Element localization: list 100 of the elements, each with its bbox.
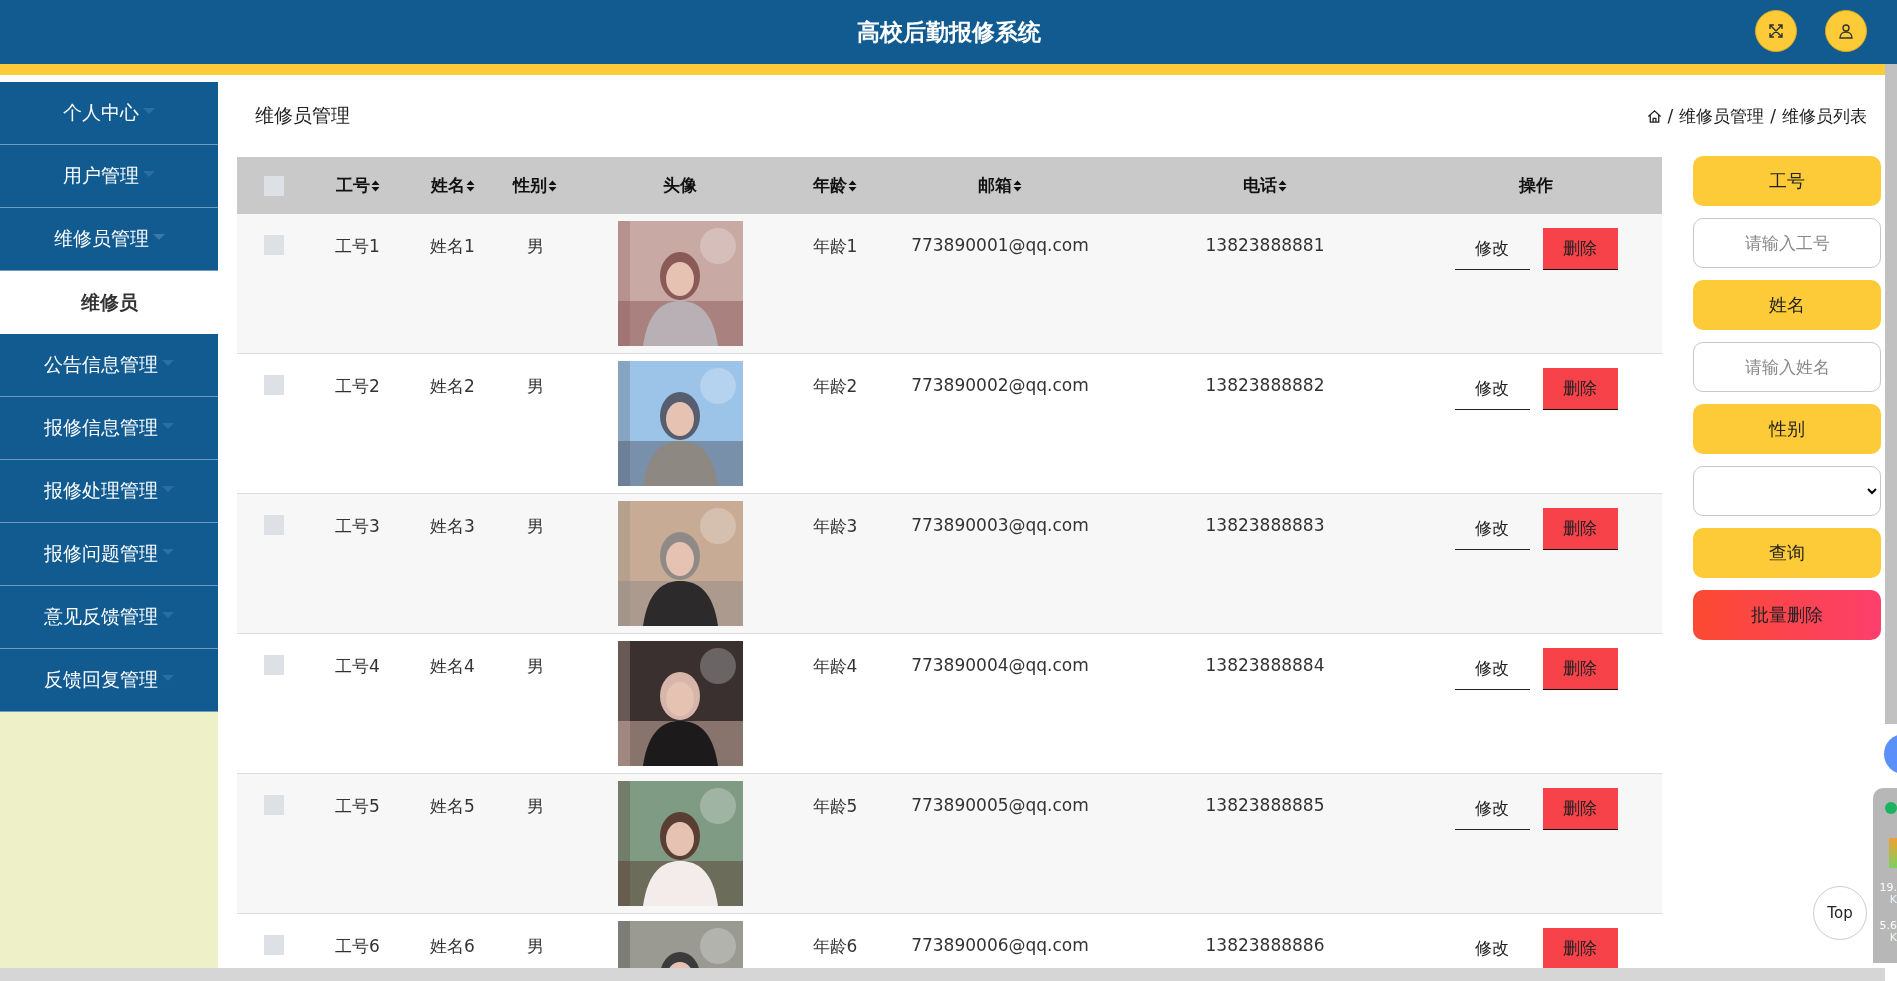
sidebar-item[interactable]: 个人中心: [0, 82, 218, 145]
home-icon[interactable]: [1646, 108, 1662, 124]
table-cell: 年龄4: [812, 655, 858, 678]
table-cell: 773890001@qq.com: [911, 235, 1089, 255]
checkbox[interactable]: [263, 235, 284, 255]
table-cell: 姓名2: [430, 375, 475, 398]
breadcrumb-link[interactable]: 维修员管理: [1679, 104, 1765, 128]
meter-icon: [1889, 838, 1897, 868]
edit-button[interactable]: 修改: [1454, 508, 1530, 550]
table-cell: 工号4: [335, 655, 380, 678]
input-field[interactable]: 请输入工号: [1693, 218, 1881, 268]
scrollbar[interactable]: [1885, 64, 1897, 724]
table-cell: 13823888882: [1205, 375, 1325, 395]
table-cell: 13823888885: [1205, 795, 1325, 815]
column-header[interactable]: 邮箱: [978, 174, 1022, 197]
table-cell: 男: [526, 375, 544, 398]
checkbox[interactable]: [263, 175, 284, 196]
download-speed: 5.6: [1879, 920, 1897, 932]
breadcrumb-separator: /: [1667, 106, 1674, 126]
checkbox[interactable]: [263, 655, 284, 675]
caret-icon: [162, 360, 174, 366]
upload-unit: K: [1889, 894, 1897, 906]
table-cell: 773890004@qq.com: [911, 655, 1089, 675]
scrollbar[interactable]: [0, 968, 1885, 981]
delete-button[interactable]: 删除: [1542, 928, 1618, 970]
field-label: 性别: [1693, 404, 1881, 454]
table-cell: 773890006@qq.com: [911, 935, 1089, 955]
caret-icon: [143, 108, 155, 114]
table-cell: 773890003@qq.com: [911, 515, 1089, 535]
back-to-top-button[interactable]: Top: [1813, 886, 1867, 940]
edit-button[interactable]: 修改: [1454, 648, 1530, 690]
column-header: 操作: [1519, 174, 1553, 197]
table-cell: 工号3: [335, 515, 380, 538]
table-cell: 13823888881: [1205, 235, 1325, 255]
table-cell: 年龄5: [812, 795, 858, 818]
table-cell: 工号6: [335, 935, 380, 958]
column-header[interactable]: 年龄: [813, 174, 857, 197]
field-label: 工号: [1693, 156, 1881, 206]
upload-speed: 19.: [1879, 882, 1897, 894]
sidebar-subitem[interactable]: 维修员: [0, 271, 218, 334]
table-cell: 13823888886: [1205, 935, 1325, 955]
table-cell: 工号5: [335, 795, 380, 818]
table-cell: 773890005@qq.com: [911, 795, 1089, 815]
sidebar-item[interactable]: 用户管理: [0, 145, 218, 208]
checkbox[interactable]: [263, 375, 284, 395]
sidebar-item[interactable]: 报修信息管理: [0, 397, 218, 460]
download-unit: K: [1889, 932, 1897, 944]
sidebar-item[interactable]: 公告信息管理: [0, 334, 218, 397]
sort-icon[interactable]: [848, 179, 857, 192]
caret-icon: [162, 486, 174, 492]
table-cell: 姓名1: [430, 235, 475, 258]
edit-button[interactable]: 修改: [1454, 368, 1530, 410]
checkbox[interactable]: [263, 515, 284, 535]
delete-button[interactable]: 删除: [1542, 508, 1618, 550]
checkbox[interactable]: [263, 795, 284, 815]
sidebar-item[interactable]: 报修问题管理: [0, 523, 218, 586]
sort-icon[interactable]: [548, 179, 557, 192]
sidebar-item[interactable]: 反馈回复管理: [0, 649, 218, 712]
breadcrumb-separator: /: [1770, 106, 1776, 126]
delete-button[interactable]: 删除: [1542, 228, 1618, 270]
page-title: 维修员管理: [255, 103, 350, 128]
table-cell: 男: [526, 935, 544, 958]
column-header[interactable]: 电话: [1243, 174, 1287, 197]
delete-button[interactable]: 删除: [1542, 648, 1618, 690]
dropdown[interactable]: [1693, 466, 1881, 516]
sort-icon[interactable]: [370, 179, 380, 192]
caret-icon: [162, 549, 174, 555]
batch-delete-button[interactable]: 批量删除: [1693, 590, 1881, 640]
table-cell: 年龄6: [812, 935, 858, 958]
sidebar-item[interactable]: 意见反馈管理: [0, 586, 218, 649]
delete-button[interactable]: 删除: [1542, 788, 1618, 830]
status-dot-icon: [1885, 802, 1897, 814]
fullscreen-icon[interactable]: [1755, 10, 1797, 52]
column-header[interactable]: 工号: [335, 174, 380, 197]
sort-icon[interactable]: [465, 179, 475, 192]
sidebar-item[interactable]: 维修员管理: [0, 208, 218, 271]
field-label: 姓名: [1693, 280, 1881, 330]
edit-button[interactable]: 修改: [1454, 228, 1530, 270]
column-header[interactable]: 性别: [513, 174, 557, 197]
table-cell: 男: [526, 655, 544, 678]
caret-icon: [152, 234, 165, 240]
checkbox[interactable]: [263, 935, 284, 955]
sort-icon[interactable]: [1278, 179, 1287, 192]
column-header: 头像: [663, 174, 697, 197]
app-title: 高校后勤报修系统: [856, 17, 1041, 47]
input-field[interactable]: 请输入姓名: [1693, 342, 1881, 392]
sort-icon[interactable]: [1013, 179, 1022, 192]
column-header[interactable]: 姓名: [430, 174, 475, 197]
table-cell: 13823888883: [1205, 515, 1325, 535]
delete-button[interactable]: 删除: [1542, 368, 1618, 410]
table-cell: 姓名3: [430, 515, 475, 538]
edit-button[interactable]: 修改: [1454, 788, 1530, 830]
caret-icon: [162, 423, 174, 429]
user-icon[interactable]: [1825, 10, 1867, 52]
table-cell: 男: [526, 235, 544, 258]
table-cell: 773890002@qq.com: [911, 375, 1089, 395]
breadcrumb-link[interactable]: 维修员列表: [1782, 104, 1867, 128]
table-cell: 年龄2: [812, 375, 858, 398]
sidebar-item[interactable]: 报修处理管理: [0, 460, 218, 523]
search-button[interactable]: 查询: [1693, 528, 1881, 578]
